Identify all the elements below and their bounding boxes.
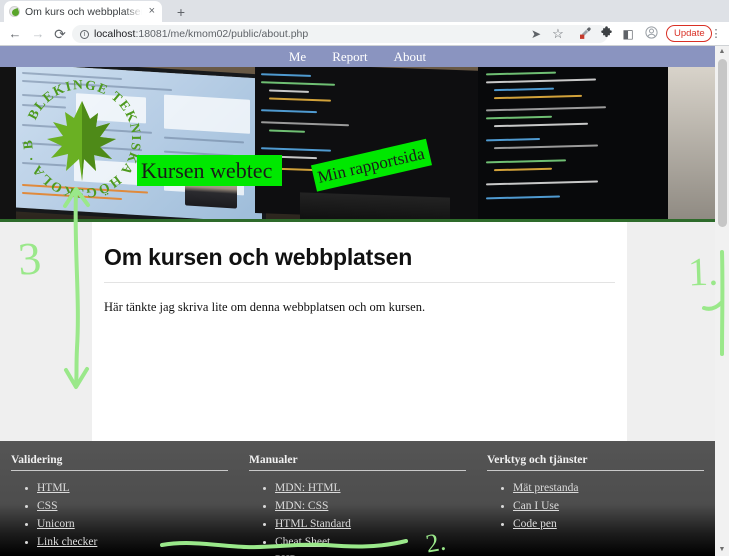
- nav-link-me[interactable]: Me: [289, 49, 306, 65]
- footer-link-mdn-html[interactable]: MDN: HTML: [275, 482, 341, 494]
- footer-link-html[interactable]: HTML: [37, 482, 70, 494]
- browser-window: Om kurs och webbplatsen × + ← → ⟳ i loca…: [0, 0, 729, 556]
- url-path: :18081/me/kmom02/public/about.php: [135, 28, 309, 40]
- footer-link-mdn-css[interactable]: MDN: CSS: [275, 500, 328, 512]
- side-panel-icon[interactable]: ◧: [620, 26, 636, 42]
- site-info-icon[interactable]: i: [80, 29, 89, 39]
- nav-link-report[interactable]: Report: [332, 49, 367, 65]
- footer-link-list: HTML CSS Unicorn Link checker: [11, 478, 228, 550]
- url-host: localhost: [94, 28, 136, 40]
- main-content: Om kursen och webbplatsen Här tänkte jag…: [92, 222, 627, 441]
- page-scrollbar[interactable]: ▲ ▼: [715, 46, 729, 556]
- footer-column-validering: Validering HTML CSS Unicorn Link checker: [0, 441, 238, 556]
- close-icon[interactable]: ×: [147, 6, 157, 17]
- list-item: MDN: CSS: [275, 496, 466, 514]
- list-item: MDN: HTML: [275, 478, 466, 496]
- footer-link-code-pen[interactable]: Code pen: [513, 518, 557, 530]
- back-arrow-icon[interactable]: ←: [7, 26, 23, 42]
- page-title: Om kursen och webbplatsen: [104, 244, 615, 283]
- list-item: Cheat Sheet: [275, 532, 466, 550]
- bth-logo: BLEKINGE TEKNISKA HÖGSKOLA · BTH ·: [18, 75, 146, 203]
- list-item: HTML Standard: [275, 514, 466, 532]
- puzzle-extension-icon[interactable]: [598, 26, 614, 42]
- footer-link-unicorn[interactable]: Unicorn: [37, 518, 75, 530]
- reload-icon[interactable]: ⟳: [52, 26, 68, 42]
- browser-menu-icon[interactable]: ⋮: [710, 26, 722, 42]
- footer-link-link-checker[interactable]: Link checker: [37, 536, 97, 548]
- site-banner: BLEKINGE TEKNISKA HÖGSKOLA · BTH · Kurse…: [0, 67, 715, 222]
- site-footer: Validering HTML CSS Unicorn Link checker…: [0, 441, 715, 556]
- site-navigation: Me Report About: [0, 46, 715, 67]
- footer-link-cheat-sheet[interactable]: Cheat Sheet: [275, 536, 330, 548]
- list-item: HTML: [37, 478, 228, 496]
- footer-link-list: MDN: HTML MDN: CSS HTML Standard Cheat S…: [249, 478, 466, 556]
- list-item: Link checker: [37, 532, 228, 550]
- footer-columns: Validering HTML CSS Unicorn Link checker…: [0, 441, 715, 556]
- list-item: PHP: [275, 550, 466, 556]
- footer-link-can-i-use[interactable]: Can I Use: [513, 500, 559, 512]
- share-icon[interactable]: ➤: [528, 26, 544, 42]
- banner-highlight-kursen-webtec: Kursen webtec: [137, 155, 282, 186]
- eyedropper-extension-icon[interactable]: [577, 26, 593, 42]
- new-tab-button[interactable]: +: [172, 3, 190, 21]
- list-item: Can I Use: [513, 496, 704, 514]
- browser-tab[interactable]: Om kurs och webbplatsen ×: [4, 1, 162, 22]
- scroll-up-icon[interactable]: ▲: [715, 46, 729, 58]
- page-paragraph: Här tänkte jag skriva lite om denna webb…: [104, 300, 426, 314]
- scrollbar-thumb[interactable]: [718, 59, 727, 227]
- list-item: Mät prestanda: [513, 478, 704, 496]
- nav-link-about[interactable]: About: [394, 49, 427, 65]
- footer-link-css[interactable]: CSS: [37, 500, 57, 512]
- browser-chrome: Om kurs och webbplatsen × + ← → ⟳ i loca…: [0, 0, 729, 46]
- page-viewport: Me Report About BLEKINGE TEKNISKA HÖGSKO…: [0, 46, 715, 556]
- footer-link-html-standard[interactable]: HTML Standard: [275, 518, 351, 530]
- bth-leaf-favicon-icon: [9, 6, 20, 17]
- list-item: Unicorn: [37, 514, 228, 532]
- scroll-down-icon[interactable]: ▼: [715, 544, 729, 556]
- footer-link-mat-prestanda[interactable]: Mät prestanda: [513, 482, 578, 494]
- avatar[interactable]: [643, 26, 659, 42]
- footer-column-title: Verktyg och tjänster: [487, 454, 704, 471]
- footer-column-manualer: Manualer MDN: HTML MDN: CSS HTML Standar…: [238, 441, 476, 556]
- footer-column-title: Manualer: [249, 454, 466, 471]
- footer-column-title: Validering: [11, 454, 228, 471]
- url-text: localhost:18081/me/kmom02/public/about.p…: [94, 28, 308, 40]
- list-item: CSS: [37, 496, 228, 514]
- tab-title: Om kurs och webbplatsen: [25, 5, 142, 18]
- footer-link-list: Mät prestanda Can I Use Code pen: [487, 478, 704, 532]
- forward-arrow-icon[interactable]: →: [30, 26, 46, 42]
- update-button[interactable]: Update: [666, 25, 712, 42]
- tab-strip: Om kurs och webbplatsen × +: [0, 0, 729, 22]
- bookmark-star-icon[interactable]: ☆: [550, 26, 566, 42]
- footer-column-verktyg-och-tjanster: Verktyg och tjänster Mät prestanda Can I…: [476, 441, 714, 556]
- list-item: Code pen: [513, 514, 704, 532]
- browser-toolbar: ← → ⟳ i localhost:18081/me/kmom02/public…: [0, 22, 729, 46]
